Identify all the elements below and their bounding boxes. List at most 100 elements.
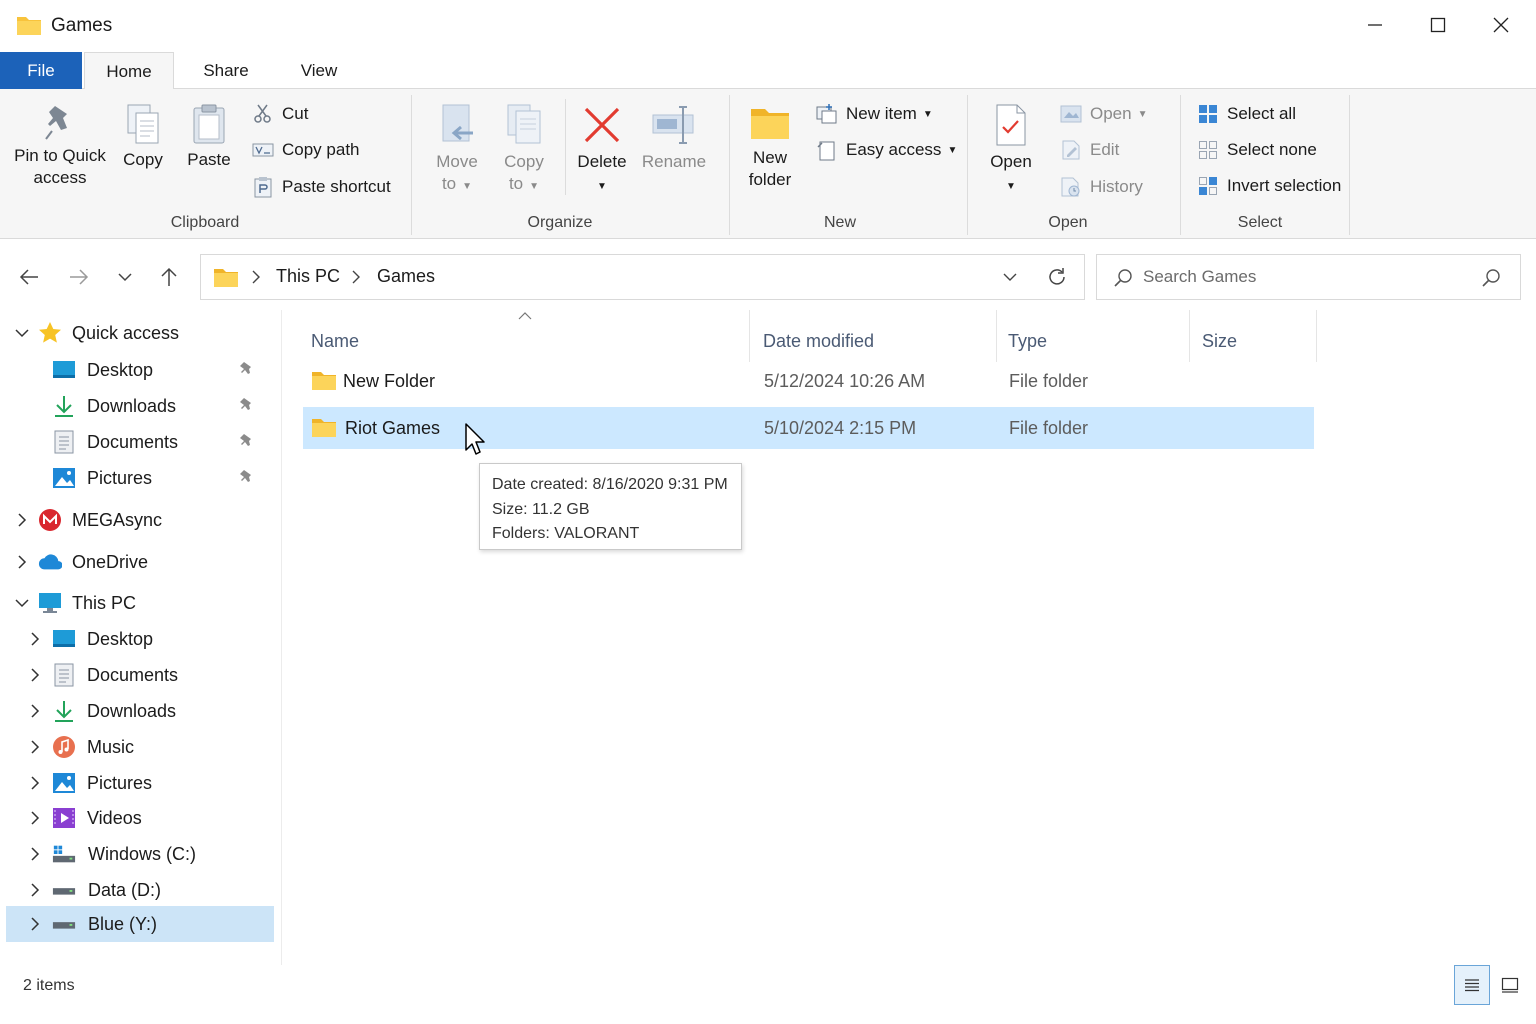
tab-file[interactable]: File	[0, 52, 82, 89]
history-button[interactable]: History	[1060, 174, 1143, 200]
window-title: Games	[51, 15, 113, 36]
paste-shortcut-label: Paste shortcut	[282, 177, 391, 196]
file-name: New Folder	[343, 371, 436, 391]
paste-shortcut-button[interactable]: Paste shortcut	[252, 174, 391, 200]
sidebar-item-documents[interactable]: Documents	[6, 424, 274, 460]
paste-shortcut-icon	[252, 176, 274, 198]
minimize-button[interactable]	[1344, 0, 1406, 50]
music-icon	[52, 735, 76, 759]
new-folder-button[interactable]: New folder	[740, 103, 800, 191]
chevron-down-icon: ▼	[922, 108, 933, 120]
cut-button[interactable]: Cut	[252, 101, 308, 127]
chevron-down-icon: ▼	[597, 181, 607, 192]
tab-home[interactable]: Home	[84, 52, 174, 90]
easy-access-label: Easy access	[846, 140, 942, 159]
sidebar-item-pictures[interactable]: Pictures	[6, 460, 274, 496]
copy-button[interactable]: Copy	[116, 103, 170, 171]
sidebar-item-data-d[interactable]: Data (D:)	[6, 872, 274, 908]
search-box[interactable]	[1096, 254, 1521, 300]
column-header-date-modified[interactable]: Date modified	[763, 320, 993, 362]
sidebar-item-pc-downloads[interactable]: Downloads	[6, 693, 274, 729]
column-divider[interactable]	[749, 310, 750, 362]
move-to-label-line1: Move	[436, 152, 478, 171]
open-big-label: Open	[990, 152, 1032, 171]
forward-button[interactable]	[64, 262, 94, 292]
copy-path-button[interactable]: Copy path	[252, 137, 360, 163]
move-to-button[interactable]: Move to ▼	[428, 103, 486, 198]
recent-locations-button[interactable]	[110, 262, 140, 292]
address-dropdown-button[interactable]	[1003, 272, 1017, 282]
rename-button[interactable]: Rename	[640, 103, 708, 173]
column-header-name[interactable]: Name	[311, 320, 751, 362]
invert-selection-button[interactable]: Invert selection	[1197, 173, 1341, 199]
up-button[interactable]	[154, 262, 184, 292]
sidebar-item-videos[interactable]: Videos	[6, 800, 274, 836]
sidebar-item-this-pc[interactable]: This PC	[6, 585, 274, 621]
pin-icon[interactable]	[238, 397, 254, 413]
table-row[interactable]: Riot Games 5/10/2024 2:15 PM File folder	[303, 407, 1314, 449]
breadcrumb-this-pc[interactable]: This PC	[276, 266, 340, 287]
file-list: Name Date modified Type Size New Folder …	[283, 310, 1536, 965]
search-input[interactable]	[1143, 255, 1463, 299]
cut-label: Cut	[282, 104, 309, 123]
breadcrumb-games[interactable]: Games	[377, 266, 435, 287]
file-type: File folder	[1009, 371, 1089, 391]
sidebar-item-label: This PC	[72, 592, 137, 613]
ribbon-tabs: File Home Share View	[0, 52, 1536, 90]
pin-icon[interactable]	[238, 361, 254, 377]
sidebar-item-downloads[interactable]: Downloads	[6, 388, 274, 424]
copy-to-button[interactable]: Copy to ▼	[495, 103, 553, 198]
column-divider[interactable]	[1189, 310, 1190, 362]
edit-button[interactable]: Edit	[1060, 137, 1119, 163]
sidebar-item-blue-y[interactable]: Blue (Y:)	[6, 906, 274, 942]
sidebar-item-desktop[interactable]: Desktop	[6, 352, 274, 388]
details-view-button[interactable]	[1454, 965, 1490, 1005]
select-none-button[interactable]: Select none	[1197, 137, 1317, 163]
column-divider[interactable]	[1316, 310, 1317, 362]
paste-button[interactable]: Paste	[182, 103, 236, 171]
search-submit-icon[interactable]	[1481, 268, 1501, 288]
maximize-button[interactable]	[1407, 0, 1469, 50]
sidebar-item-pc-desktop[interactable]: Desktop	[6, 621, 274, 657]
sidebar-item-quick-access[interactable]: Quick access	[6, 315, 274, 351]
group-separator	[967, 95, 968, 235]
sidebar-item-pc-documents[interactable]: Documents	[6, 657, 274, 693]
back-button[interactable]	[14, 262, 44, 292]
refresh-button[interactable]	[1047, 267, 1067, 287]
new-item-button[interactable]: New item ▼	[816, 101, 933, 127]
organize-group-label: Organize	[527, 214, 593, 231]
address-bar[interactable]: This PC Games	[200, 254, 1085, 300]
sidebar-item-music[interactable]: Music	[6, 729, 274, 765]
arrow-up-icon	[160, 267, 178, 287]
pin-icon[interactable]	[238, 469, 254, 485]
sidebar-item-pc-pictures[interactable]: Pictures	[6, 765, 274, 801]
table-row[interactable]: New Folder 5/12/2024 10:26 AM File folde…	[303, 360, 1314, 402]
sidebar-item-megasync[interactable]: MEGAsync	[6, 502, 274, 538]
pictures-icon	[52, 466, 76, 490]
column-header-type[interactable]: Type	[1008, 320, 1188, 362]
delete-button[interactable]: Delete ▼	[572, 103, 632, 198]
column-header-size[interactable]: Size	[1202, 320, 1312, 362]
history-label: History	[1090, 177, 1143, 196]
close-button[interactable]	[1470, 0, 1532, 50]
column-divider[interactable]	[996, 310, 997, 362]
pin-to-quick-access-button[interactable]: Pin to Quick access	[10, 103, 110, 189]
pin-icon[interactable]	[238, 433, 254, 449]
sidebar-item-windows-c[interactable]: Windows (C:)	[6, 836, 274, 872]
open-button[interactable]: Open ▼	[1060, 101, 1148, 127]
tab-share[interactable]: Share	[186, 52, 266, 89]
sidebar-item-label: Documents	[87, 664, 179, 685]
easy-access-icon	[816, 139, 838, 161]
folder-icon	[311, 360, 337, 402]
new-folder-label-line2: folder	[748, 170, 792, 189]
select-all-button[interactable]: Select all	[1197, 101, 1296, 127]
tab-view[interactable]: View	[282, 52, 356, 89]
navigation-bar: This PC Games	[0, 240, 1536, 310]
file-date: 5/12/2024 10:26 AM	[764, 371, 926, 391]
status-bar: 2 items	[0, 965, 1536, 1024]
easy-access-button[interactable]: Easy access ▼	[816, 137, 957, 163]
open-label: Open	[1090, 104, 1132, 123]
sidebar-item-onedrive[interactable]: OneDrive	[6, 544, 274, 580]
large-icons-view-button[interactable]	[1492, 965, 1528, 1005]
open-big-button[interactable]: Open ▼	[982, 103, 1040, 198]
